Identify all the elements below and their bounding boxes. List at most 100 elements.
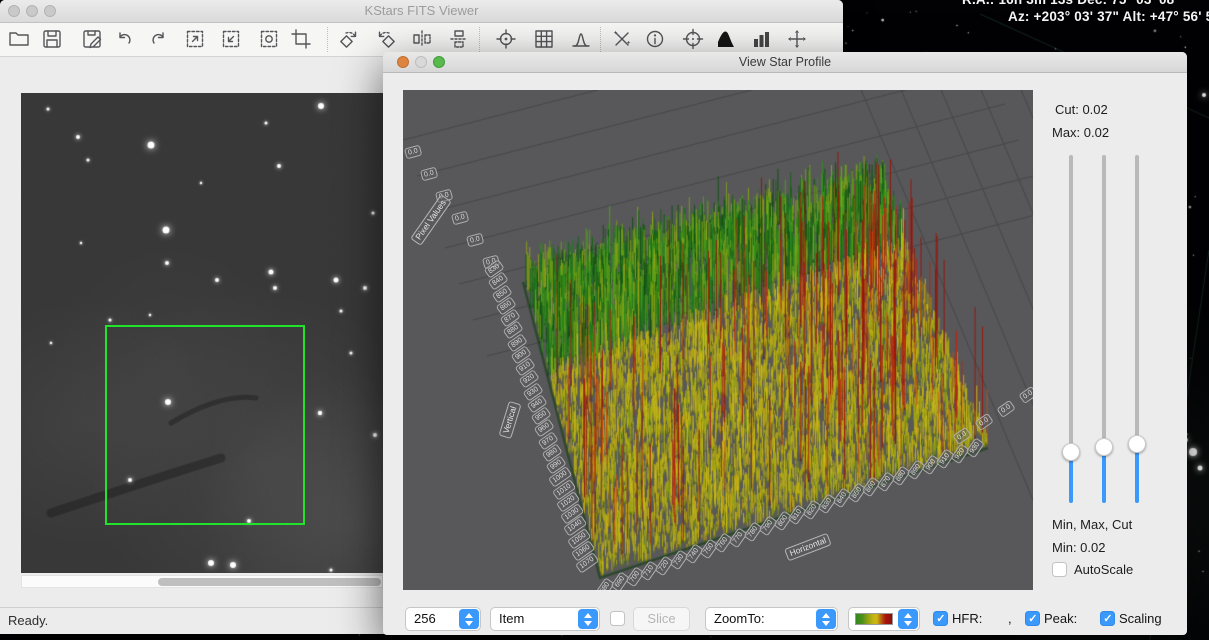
profile-titlebar[interactable]: View Star Profile xyxy=(383,52,1187,73)
toolbar-separator xyxy=(600,27,601,52)
item-value: Item xyxy=(499,608,524,630)
flip-vertical-button[interactable] xyxy=(448,28,472,52)
save-as-button[interactable] xyxy=(81,28,105,52)
color-scheme-combobox[interactable] xyxy=(848,607,920,631)
horizontal-scrollbar[interactable] xyxy=(21,575,383,588)
step-up-icon xyxy=(904,613,912,618)
rotate-left-button[interactable] xyxy=(375,28,399,52)
mark-stars-icon xyxy=(611,28,633,50)
save-icon xyxy=(41,28,63,50)
toolbar-separator xyxy=(479,27,480,52)
window-title: KStars FITS Viewer xyxy=(0,0,843,22)
combo-stepper[interactable] xyxy=(816,609,836,629)
slider-track xyxy=(1102,155,1106,447)
slider-knob[interactable] xyxy=(1062,443,1080,461)
cut-value-label: Cut: 0.02 xyxy=(1055,102,1108,117)
autoscale-checkbox[interactable] xyxy=(1052,562,1067,577)
peak-checkbox[interactable] xyxy=(1025,611,1040,626)
star-selection-rectangle[interactable] xyxy=(105,325,305,525)
hfr-label: HFR: xyxy=(952,607,982,631)
center-telescope-icon xyxy=(495,28,517,50)
rotate-left-icon xyxy=(375,28,397,50)
fits-viewer-titlebar[interactable]: KStars FITS Viewer xyxy=(0,0,843,23)
zoom-out-icon xyxy=(220,28,242,50)
autoscale-label: AutoScale xyxy=(1074,562,1133,577)
undo-icon xyxy=(113,28,135,50)
zoomto-value: ZoomTo: xyxy=(714,608,765,630)
fits-image-view[interactable] xyxy=(21,93,383,573)
color-gradient-swatch xyxy=(855,613,893,625)
pan-mode-button[interactable] xyxy=(786,28,810,52)
item-combobox[interactable]: Item xyxy=(490,607,600,631)
statistics-button[interactable] xyxy=(750,28,774,52)
view-star-profile-icon xyxy=(570,28,592,50)
peak-label: Peak: xyxy=(1044,607,1077,631)
view-crosshair-button[interactable] xyxy=(682,28,706,52)
max-value-label: Max: 0.02 xyxy=(1052,125,1109,140)
slice-button[interactable]: Slice xyxy=(633,607,690,631)
sample-size-value: 256 xyxy=(414,608,436,630)
scrollbar-thumb[interactable] xyxy=(158,578,381,586)
pan-mode-icon xyxy=(786,28,808,50)
view-pixel-grid-button[interactable] xyxy=(533,28,557,52)
cut-slider[interactable] xyxy=(1127,155,1147,515)
fits-info-button[interactable] xyxy=(644,28,668,52)
crop-button[interactable] xyxy=(290,28,314,52)
open-file-button[interactable] xyxy=(8,28,32,52)
slider-track xyxy=(1135,155,1139,444)
histogram-button[interactable] xyxy=(715,28,739,52)
zoom-default-icon xyxy=(258,28,280,50)
zoom-in-button[interactable] xyxy=(184,28,208,52)
scaling-checkbox[interactable] xyxy=(1100,611,1115,626)
slider-knob[interactable] xyxy=(1128,435,1146,453)
view-crosshair-icon xyxy=(682,28,704,50)
step-up-icon xyxy=(465,613,473,618)
redo-button[interactable] xyxy=(148,28,172,52)
center-telescope-button[interactable] xyxy=(495,28,519,52)
sample-size-spinbox[interactable]: 256 xyxy=(405,607,481,631)
surface-plot-canvas xyxy=(403,90,1033,590)
scaling-label: Scaling xyxy=(1119,607,1162,631)
max-slider[interactable] xyxy=(1094,155,1114,515)
window-title: View Star Profile xyxy=(383,52,1187,72)
hfr-checkbox[interactable] xyxy=(933,611,948,626)
fits-info-icon xyxy=(644,28,666,50)
slice-checkbox[interactable] xyxy=(610,611,625,626)
open-file-icon xyxy=(8,28,30,50)
sliders-caption: Min, Max, Cut xyxy=(1052,517,1132,532)
save-as-icon xyxy=(81,28,103,50)
statistics-icon xyxy=(750,28,772,50)
skymap-radec-readout: R.A.: 16h 3m 13s Dec: 75° 03' 08" xyxy=(962,0,1181,7)
rotate-right-button[interactable] xyxy=(338,28,362,52)
step-down-icon xyxy=(465,621,473,626)
view-pixel-grid-icon xyxy=(533,28,555,50)
flip-horizontal-icon xyxy=(411,28,433,50)
zoom-default-button[interactable] xyxy=(258,28,282,52)
flip-horizontal-button[interactable] xyxy=(411,28,435,52)
step-down-icon xyxy=(822,621,830,626)
save-button[interactable] xyxy=(41,28,65,52)
combo-stepper[interactable] xyxy=(578,609,598,629)
crop-icon xyxy=(290,28,312,50)
min-slider[interactable] xyxy=(1061,155,1081,515)
step-down-icon xyxy=(904,621,912,626)
redo-icon xyxy=(148,28,170,50)
zoom-out-button[interactable] xyxy=(220,28,244,52)
star-profile-3d-plot[interactable]: 0.00.00.00.00.00.08308408508608708808909… xyxy=(403,90,1033,590)
hfr-peak-separator: , xyxy=(1008,607,1012,631)
toolbar-separator xyxy=(327,27,328,52)
view-star-profile-button[interactable] xyxy=(570,28,594,52)
zoom-in-icon xyxy=(184,28,206,50)
spinbox-stepper[interactable] xyxy=(459,609,479,629)
skymap-azalt-readout: Az: +203° 03' 37" Alt: +47° 56' 5 xyxy=(1008,9,1209,24)
step-up-icon xyxy=(584,613,592,618)
combo-stepper[interactable] xyxy=(898,609,918,629)
min-value-label: Min: 0.02 xyxy=(1052,540,1105,555)
rotate-right-icon xyxy=(338,28,360,50)
flip-vertical-icon xyxy=(448,28,470,50)
slider-knob[interactable] xyxy=(1095,438,1113,456)
undo-button[interactable] xyxy=(113,28,137,52)
step-down-icon xyxy=(584,621,592,626)
mark-stars-button[interactable] xyxy=(611,28,635,52)
zoomto-combobox[interactable]: ZoomTo: xyxy=(705,607,838,631)
